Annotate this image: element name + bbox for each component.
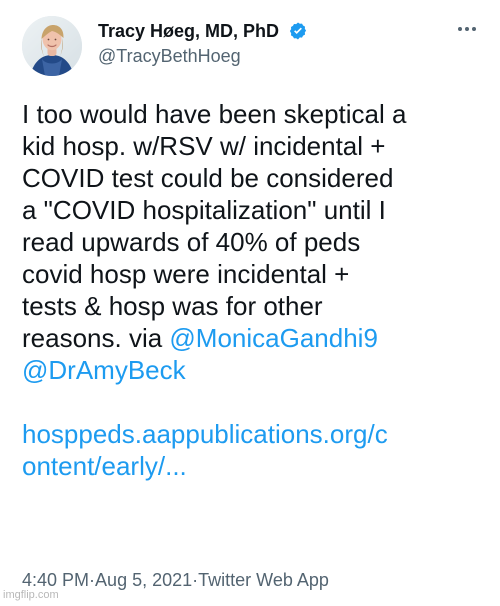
tweet-line: tests & hosp was for other <box>22 291 323 321</box>
tweet-meta: 4:40 PM · Aug 5, 2021 · Twitter Web App <box>22 568 478 592</box>
tweet-text: I too would have been skeptical a kid ho… <box>22 98 482 482</box>
avatar[interactable] <box>22 16 82 76</box>
more-horizontal-icon[interactable] <box>456 22 478 36</box>
tweet-date[interactable]: Aug 5, 2021 <box>95 568 192 592</box>
tweet-line: read upwards of 40% of peds <box>22 227 361 257</box>
external-link-line[interactable]: hosppeds.aappublications.org/c <box>22 418 482 450</box>
external-link-line[interactable]: ontent/early/... <box>22 450 482 482</box>
tweet-card: Tracy Høeg, MD, PhD @TracyBethHoeg I too… <box>0 0 500 606</box>
person-avatar-icon <box>22 16 82 76</box>
user-meta: Tracy Høeg, MD, PhD @TracyBethHoeg <box>98 20 418 70</box>
tweet-line: kid hosp. w/RSV w/ incidental + <box>22 131 386 161</box>
tweet-line: a "COVID hospitalization" until I <box>22 195 386 225</box>
mention-link[interactable]: @MonicaGandhi9 <box>169 323 378 353</box>
tweet-line: @DrAmyBeck <box>22 354 482 386</box>
tweet-source[interactable]: Twitter Web App <box>198 568 329 592</box>
tweet-line-with-mention: reasons. via @MonicaGandhi9 <box>22 322 482 354</box>
tweet-header: Tracy Høeg, MD, PhD @TracyBethHoeg <box>22 16 478 76</box>
tweet-line: covid hosp were incidental + <box>22 259 350 289</box>
watermark: imgflip.com <box>3 589 59 601</box>
user-handle[interactable]: @TracyBethHoeg <box>98 45 241 67</box>
tweet-line-prefix: reasons. via <box>22 323 170 353</box>
display-name[interactable]: Tracy Høeg, MD, PhD <box>98 20 279 42</box>
name-row: Tracy Høeg, MD, PhD <box>98 20 308 44</box>
tweet-line: COVID test could be considered <box>22 163 394 193</box>
tweet-line: I too would have been skeptical a <box>22 99 407 129</box>
verified-badge-icon <box>289 22 306 40</box>
mention-link[interactable]: @DrAmyBeck <box>22 355 186 385</box>
